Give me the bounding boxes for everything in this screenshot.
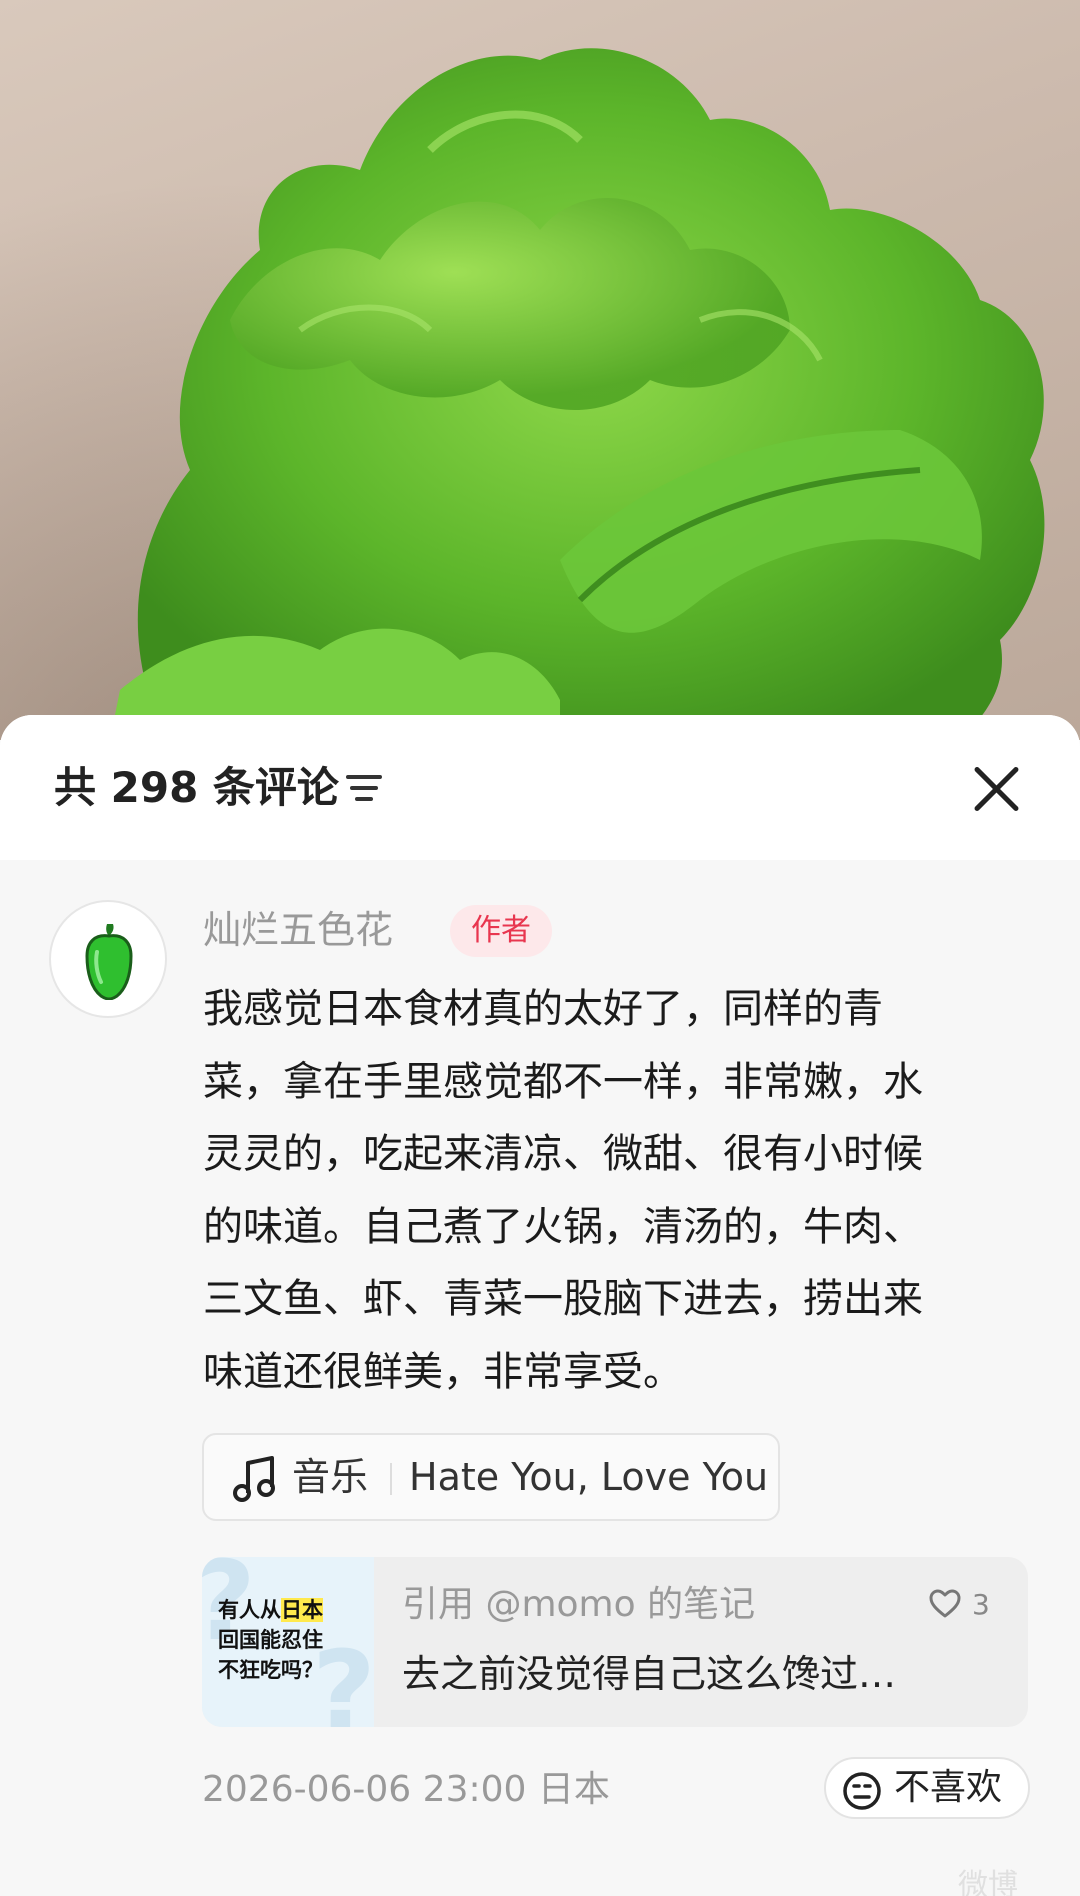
quote-like[interactable]: 3 (928, 1583, 1008, 1627)
comment-line: 灵灵的，吃起来清凉、微甜、很有小时候 (203, 1131, 923, 1177)
lettuce-image (110, 48, 1045, 740)
quoted-note-card[interactable]: ? ? 有人从日本 回国能忍住 不狂吃吗？ 引用 @momo 的笔记 3 去之前… (202, 1557, 1028, 1727)
dislike-label: 不喜欢 (894, 1767, 1003, 1808)
music-label: 音乐 (292, 1455, 369, 1499)
watermark: 微博 (958, 1868, 1018, 1896)
neutral-face-icon (843, 1772, 881, 1810)
thumb-line2: 回国能忍住 (218, 1628, 323, 1652)
comment-line: 味道还很鲜美，非常享受。 (203, 1348, 683, 1395)
comment-line: 我感觉日本食材真的太好了，同样的青 (203, 986, 883, 1032)
quote-snippet: 去之前没觉得自己这么馋过… (402, 1652, 897, 1696)
comment-text: 我感觉日本食材真的太好了，同样的青 菜，拿在手里感觉都不一样，非常嫩，水 灵灵的… (203, 973, 1043, 1408)
quoted-note-thumbnail: ? ? 有人从日本 回国能忍住 不狂吃吗？ (202, 1557, 374, 1727)
close-icon[interactable] (970, 763, 1022, 815)
music-title: Hate You, Love You (409, 1455, 769, 1499)
thumb-highlight: 日本 (281, 1598, 323, 1622)
avatar[interactable] (49, 900, 167, 1018)
comment-line: 的味道。自己煮了火锅，清汤的，牛肉、 (203, 1203, 923, 1250)
author-badge: 作者 (450, 905, 552, 957)
dislike-button[interactable]: 不喜欢 (824, 1757, 1030, 1819)
quote-source[interactable]: 引用 @momo 的笔记 (402, 1579, 755, 1631)
comment-meta: 2026-06-06 23:00 日本 (202, 1769, 610, 1810)
comment-username[interactable]: 灿烂五色花 (203, 903, 393, 957)
quote-like-count: 3 (972, 1588, 990, 1621)
thumb-line3: 不狂吃吗？ (218, 1658, 323, 1682)
music-note-icon (233, 1456, 275, 1502)
comments-sheet: 共 298 条评论 灿烂五色花 作者 我感觉日本食材真的太好了，同样的青 菜，拿… (0, 715, 1080, 1896)
post-photo (0, 0, 1080, 740)
music-divider (390, 1463, 392, 1495)
heart-icon (929, 1589, 961, 1618)
comment-line: 三文鱼、虾、青菜一股脑下进去，捞出来 (203, 1276, 923, 1322)
sort-icon[interactable] (346, 771, 386, 805)
music-card[interactable]: 音乐 Hate You, Love You (202, 1433, 780, 1521)
comments-header: 共 298 条评论 (0, 715, 1080, 860)
thumbnail-text: 有人从日本 回国能忍住 不狂吃吗？ (218, 1595, 368, 1685)
comment-count-title: 共 298 条评论 (54, 763, 339, 812)
thumb-line1-prefix: 有人从 (218, 1598, 281, 1622)
pepper-avatar-icon (85, 924, 133, 1000)
comment-line: 菜，拿在手里感觉都不一样，非常嫩，水 (203, 1058, 923, 1105)
